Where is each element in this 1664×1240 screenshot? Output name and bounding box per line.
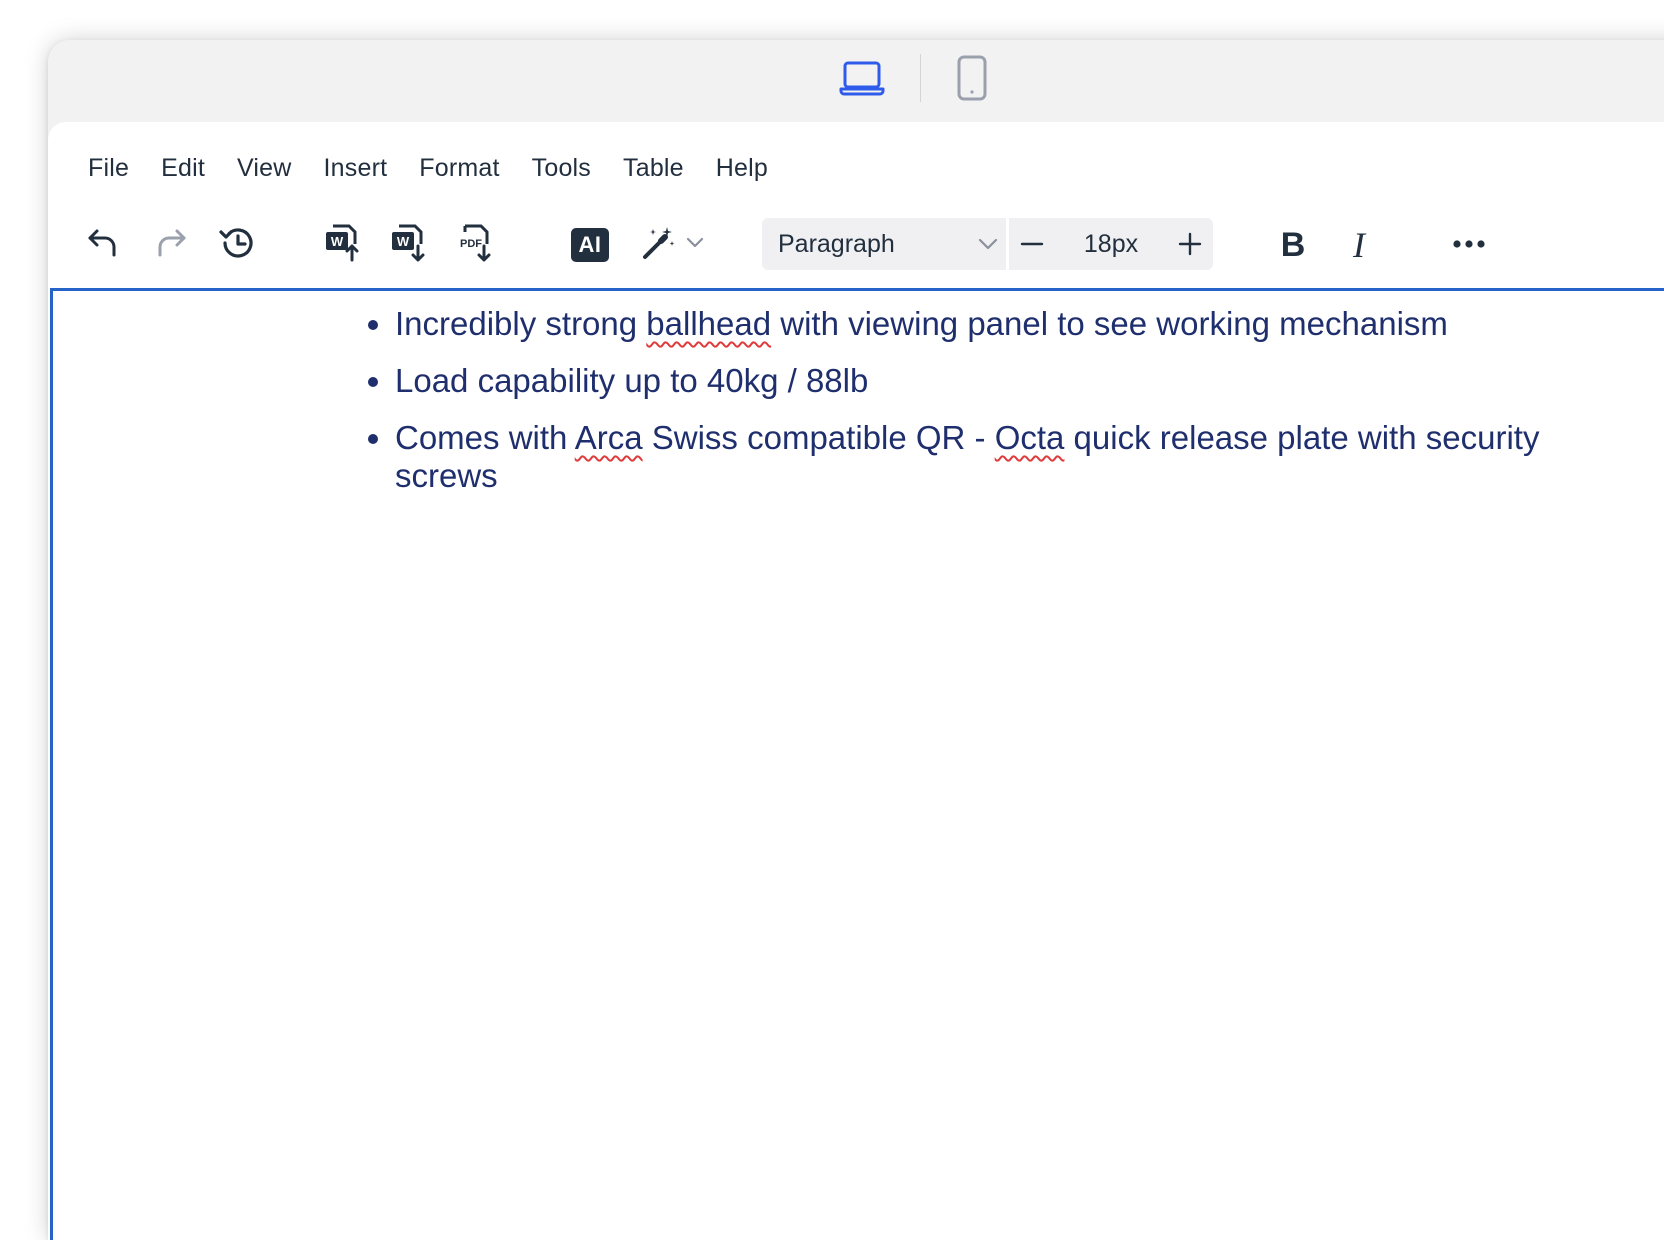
menubar: File Edit View Insert Format Tools Table… — [72, 144, 784, 192]
menu-table[interactable]: Table — [607, 148, 700, 189]
misspelled-word[interactable]: Arca — [575, 419, 643, 456]
export-word-icon: W — [389, 222, 429, 269]
device-preview-bar — [48, 40, 1664, 122]
device-separator — [920, 54, 921, 102]
document-body[interactable]: Incredibly strong ballhead with viewing … — [50, 288, 1664, 1240]
export-word-button[interactable]: W — [384, 218, 434, 272]
bold-label: B — [1280, 225, 1306, 264]
import-word-button[interactable]: W — [318, 218, 368, 272]
history-button[interactable] — [212, 218, 262, 272]
block-format-value: Paragraph — [778, 229, 895, 258]
menu-view[interactable]: View — [221, 148, 308, 189]
editor-window: File Edit View Insert Format Tools Table… — [48, 40, 1664, 1240]
svg-text:PDF: PDF — [460, 238, 482, 250]
export-pdf-button[interactable]: PDF — [450, 218, 500, 272]
magic-wand-dropdown-button[interactable] — [632, 218, 712, 272]
block-format-select[interactable]: Paragraph — [762, 218, 1006, 270]
menu-tools[interactable]: Tools — [516, 148, 607, 189]
italic-button[interactable]: I — [1334, 218, 1384, 272]
misspelled-word[interactable]: Octa — [995, 419, 1065, 456]
more-icon — [1452, 236, 1486, 254]
editor-panel: File Edit View Insert Format Tools Table… — [48, 122, 1664, 1240]
mobile-view-button[interactable] — [940, 52, 1004, 108]
bold-button[interactable]: B — [1268, 218, 1318, 272]
menu-format[interactable]: Format — [403, 148, 515, 189]
desktop-view-button[interactable] — [830, 52, 894, 108]
list-item: Comes with Arca Swiss compatible QR - Oc… — [395, 419, 1555, 495]
redo-icon — [153, 225, 189, 266]
menu-file[interactable]: File — [72, 148, 145, 189]
chevron-down-icon — [970, 237, 1006, 251]
italic-label: I — [1353, 225, 1365, 265]
chevron-down-icon — [685, 236, 705, 255]
font-size-input[interactable] — [1055, 228, 1167, 260]
svg-text:W: W — [331, 234, 344, 249]
list-item: Load capability up to 40kg / 88lb — [395, 362, 1555, 400]
export-pdf-icon: PDF — [455, 222, 495, 269]
bullet-list: Incredibly strong ballhead with viewing … — [349, 305, 1555, 514]
menu-insert[interactable]: Insert — [308, 148, 404, 189]
font-size-stepper — [1009, 218, 1213, 270]
import-word-icon: W — [323, 222, 363, 269]
undo-button[interactable] — [78, 218, 128, 272]
more-options-button[interactable] — [1444, 218, 1494, 272]
menu-edit[interactable]: Edit — [145, 148, 221, 189]
ai-assistant-button[interactable]: AI — [564, 218, 616, 272]
font-size-increase-button[interactable] — [1167, 218, 1213, 270]
ai-label: AI — [571, 228, 609, 262]
history-icon — [217, 223, 257, 268]
toolbar: W W PDF AI Paragraph 18px B I — [48, 210, 1664, 282]
phone-icon — [957, 55, 987, 106]
list-item: Incredibly strong ballhead with viewing … — [395, 305, 1555, 343]
laptop-icon — [839, 59, 885, 102]
font-size-decrease-button[interactable] — [1009, 218, 1055, 270]
svg-text:W: W — [397, 234, 410, 249]
menu-help[interactable]: Help — [700, 148, 784, 189]
misspelled-word[interactable]: ballhead — [646, 305, 771, 342]
magic-wand-icon — [639, 223, 679, 268]
redo-button[interactable] — [146, 218, 196, 272]
undo-icon — [85, 225, 121, 266]
